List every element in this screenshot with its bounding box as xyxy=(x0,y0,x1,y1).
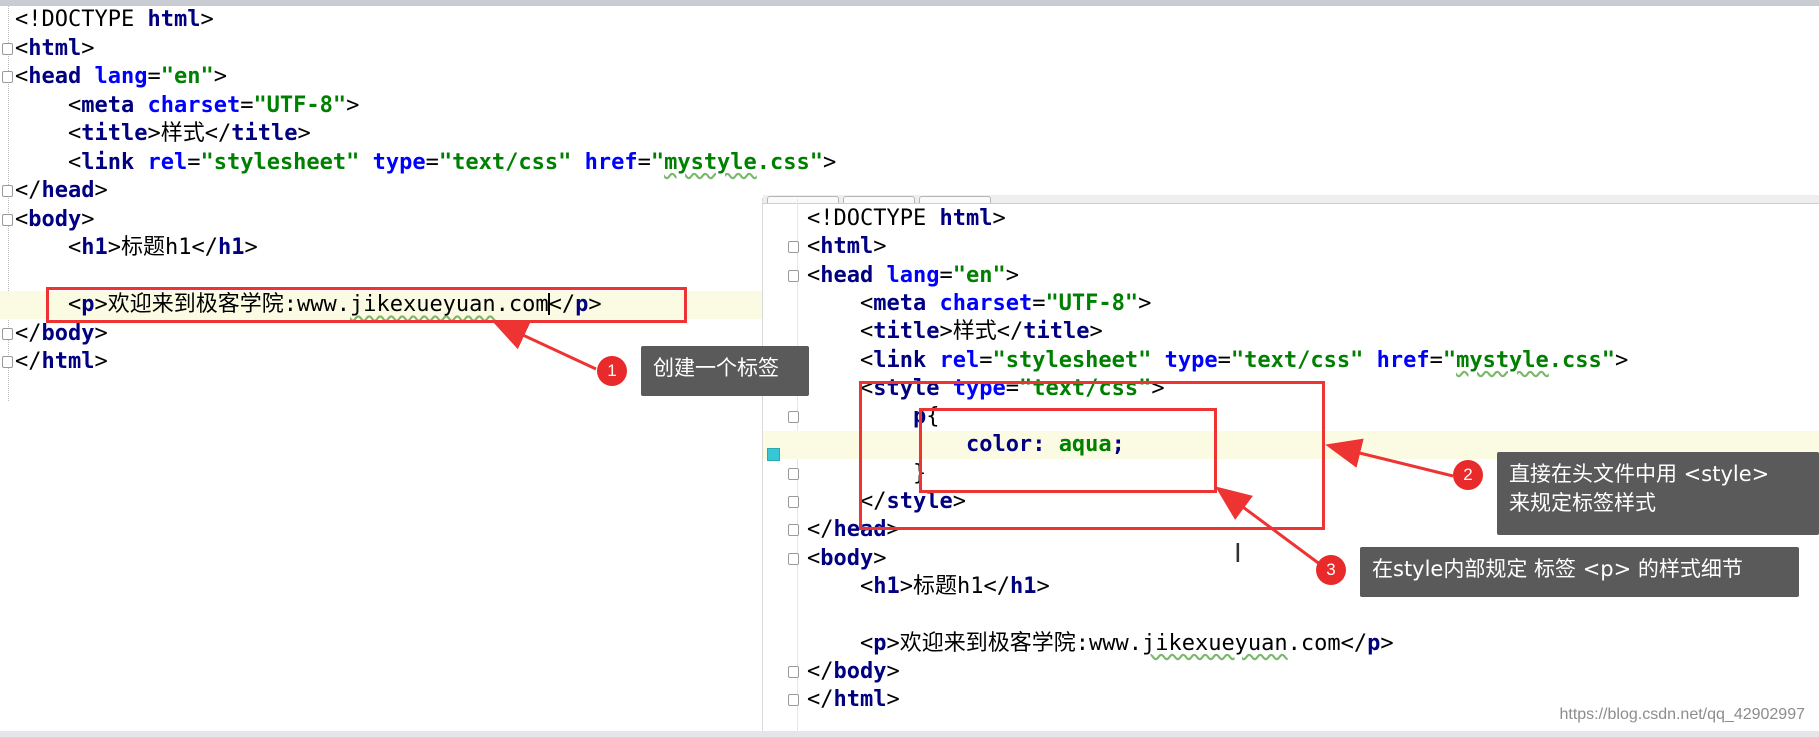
arrow-3 xyxy=(1215,486,1322,567)
annotation-text-2-line1: 直接在头文件中用 <style> xyxy=(1509,462,1770,486)
annotation-badge-3: 3 xyxy=(1316,555,1346,585)
annotation-badge-1: 1 xyxy=(597,356,627,386)
annotation-text-2-line2: 来规定标签样式 xyxy=(1509,491,1656,515)
annotation-arrows xyxy=(491,320,1454,567)
annotation-callout-2: 直接在头文件中用 <style> 来规定标签样式 xyxy=(1497,452,1819,535)
arrow-1 xyxy=(491,320,597,371)
annotation-badge-2: 2 xyxy=(1453,460,1483,490)
annotation-text-1: 创建一个标签 xyxy=(653,356,779,380)
window-bottom-bar xyxy=(0,731,1819,737)
annotation-callout-1: 创建一个标签 xyxy=(641,346,809,396)
arrow-2 xyxy=(1325,438,1454,478)
annotation-callout-3: 在style内部规定 标签 <p> 的样式细节 xyxy=(1360,547,1799,597)
annotation-text-3: 在style内部规定 标签 <p> 的样式细节 xyxy=(1372,557,1743,581)
watermark: https://blog.csdn.net/qq_42902997 xyxy=(1559,706,1805,723)
